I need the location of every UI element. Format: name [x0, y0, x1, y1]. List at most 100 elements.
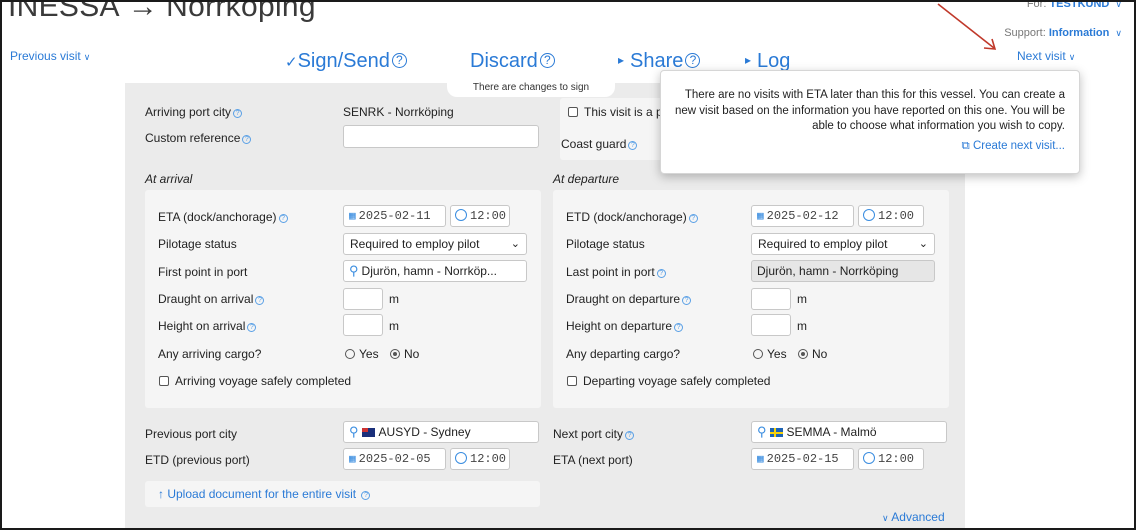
help-icon[interactable]: ? [233, 109, 243, 118]
draught-arrival-label: Draught on arrival? [158, 292, 265, 306]
eta-date-input[interactable]: ▦ 2025-02-11 [343, 205, 446, 227]
departing-completed-checkbox[interactable]: Departing voyage safely completed [567, 374, 770, 388]
departing-cargo-label: Any departing cargo? [566, 347, 681, 361]
calendar-icon: ▦ [757, 211, 764, 223]
for-value[interactable]: TESTKUND [1049, 2, 1109, 10]
etd-previous-date-input[interactable]: ▦ 2025-02-05 [343, 448, 446, 470]
draught-arrival-input[interactable] [343, 288, 383, 310]
previous-visit-link[interactable]: Previous visit ∨ [10, 49, 90, 63]
this-visit-label: This visit is a p [584, 105, 663, 119]
previous-visit-label: Previous visit [10, 49, 81, 63]
discard-button[interactable]: Discard? [470, 50, 555, 73]
checkbox-icon[interactable] [159, 376, 169, 386]
help-icon[interactable]: ? [242, 135, 252, 144]
help-icon[interactable]: ? [656, 269, 666, 278]
for-account[interactable]: For: TESTKUND ∨ [1026, 0, 1122, 10]
radio-selected-icon[interactable] [798, 349, 808, 359]
radio-icon[interactable] [753, 349, 763, 359]
radio-icon[interactable] [345, 349, 355, 359]
first-point-input[interactable]: ⚲ Djurön, hamn - Norrköp... [343, 260, 527, 282]
date-text: 2025-02-15 [766, 452, 839, 466]
help-icon[interactable]: ? [674, 323, 684, 332]
annotation-arrow-icon [937, 3, 997, 50]
arriving-completed-checkbox[interactable]: Arriving voyage safely completed [159, 374, 351, 388]
label-text: Draught on departure [566, 292, 681, 306]
for-label: For: [1026, 0, 1047, 10]
section-at-departure: At departure [553, 172, 620, 186]
clock-icon [455, 452, 467, 464]
eta-next-time-input[interactable]: 12:00 [858, 448, 924, 470]
copy-icon: ⧉ [961, 140, 970, 152]
date-text: 2025-02-05 [358, 452, 431, 466]
advanced-toggle[interactable]: ∨ Advanced [879, 510, 945, 524]
etd-date-input[interactable]: ▦ 2025-02-12 [751, 205, 854, 227]
time-text: 12:00 [470, 209, 507, 223]
departure-pilotage-select[interactable]: Required to employ pilot ⌄ [751, 233, 935, 255]
support-menu[interactable]: Support: Information ∨ [1004, 27, 1122, 39]
checkbox-label: Arriving voyage safely completed [175, 374, 352, 388]
calendar-icon: ▦ [349, 454, 356, 466]
first-point-label: First point in port [158, 265, 248, 279]
help-icon[interactable]: ? [688, 214, 698, 223]
radio-label: Yes [359, 347, 379, 361]
help-icon[interactable]: ? [247, 323, 257, 332]
chevron-down-icon: ∨ [1115, 0, 1122, 9]
draught-departure-unit: m [797, 292, 807, 306]
create-next-visit-link[interactable]: ⧉ Create next visit... [962, 140, 1065, 153]
previous-port-input[interactable]: ⚲ AUSYD - Sydney [343, 421, 539, 443]
draught-departure-input[interactable] [751, 288, 791, 310]
label-text: Height on arrival [158, 319, 246, 333]
pilotage-status-select[interactable]: Required to employ pilot ⌄ [343, 233, 527, 255]
upload-document-button[interactable]: ↑ Upload document for the entire visit ? [145, 481, 540, 507]
help-icon[interactable]: ? [278, 214, 288, 223]
input-value: AUSYD - Sydney [378, 425, 471, 439]
arriving-port-city-label: Arriving port city? [145, 105, 243, 119]
advanced-label: Advanced [891, 510, 945, 524]
checkbox-icon[interactable] [567, 376, 577, 386]
arriving-cargo-yes-radio[interactable]: Yes [345, 347, 379, 361]
arriving-cargo-no-radio[interactable]: No [390, 347, 419, 361]
caret-right-icon: ▸ [745, 53, 752, 67]
next-visit-link[interactable]: Next visit ∨ [1017, 49, 1075, 63]
help-circle-icon[interactable]: ? [685, 53, 701, 68]
this-visit-checkbox[interactable]: This visit is a p [568, 105, 663, 119]
height-departure-input[interactable] [751, 314, 791, 336]
radio-selected-icon[interactable] [390, 349, 400, 359]
select-value: Required to employ pilot [350, 237, 480, 251]
next-port-input[interactable]: ⚲ SEMMA - Malmö [751, 421, 947, 443]
eta-next-date-input[interactable]: ▦ 2025-02-15 [751, 448, 854, 470]
create-next-visit-label: Create next visit... [972, 140, 1065, 152]
flag-australia-icon [361, 428, 375, 437]
sign-send-label: Sign/Send [297, 50, 390, 72]
caret-right-icon: ▸ [618, 53, 625, 67]
departing-cargo-no-radio[interactable]: No [798, 347, 827, 361]
next-port-label: Next port city? [553, 427, 635, 441]
height-departure-label: Height on departure? [566, 319, 684, 333]
discard-label: Discard [470, 50, 538, 72]
sign-send-button[interactable]: ✓Sign/Send? [285, 50, 407, 73]
help-icon[interactable]: ? [361, 491, 371, 500]
help-icon[interactable]: ? [628, 141, 638, 150]
custom-reference-input[interactable] [343, 125, 539, 148]
eta-time-input[interactable]: 12:00 [450, 205, 510, 227]
support-value[interactable]: Information [1049, 27, 1110, 39]
search-icon: ⚲ [349, 424, 359, 439]
upload-label: Upload document for the entire visit [167, 487, 357, 501]
checkbox-label: Departing voyage safely completed [583, 374, 771, 388]
etd-time-input[interactable]: 12:00 [858, 205, 924, 227]
input-value: SEMMA - Malmö [786, 425, 877, 439]
height-arrival-unit: m [389, 319, 399, 333]
label-text: Last point in port [566, 265, 655, 279]
departure-pilotage-label: Pilotage status [566, 237, 645, 251]
help-icon[interactable]: ? [682, 296, 692, 305]
help-icon[interactable]: ? [255, 296, 265, 305]
title-port: Norrköping [166, 0, 316, 23]
departing-cargo-yes-radio[interactable]: Yes [753, 347, 787, 361]
checkbox-icon[interactable] [568, 107, 578, 117]
help-circle-icon[interactable]: ? [539, 53, 555, 68]
etd-previous-time-input[interactable]: 12:00 [450, 448, 510, 470]
height-arrival-input[interactable] [343, 314, 383, 336]
help-circle-icon[interactable]: ? [391, 53, 407, 68]
help-icon[interactable]: ? [625, 431, 635, 440]
changes-notice: There are changes to sign [447, 82, 615, 97]
